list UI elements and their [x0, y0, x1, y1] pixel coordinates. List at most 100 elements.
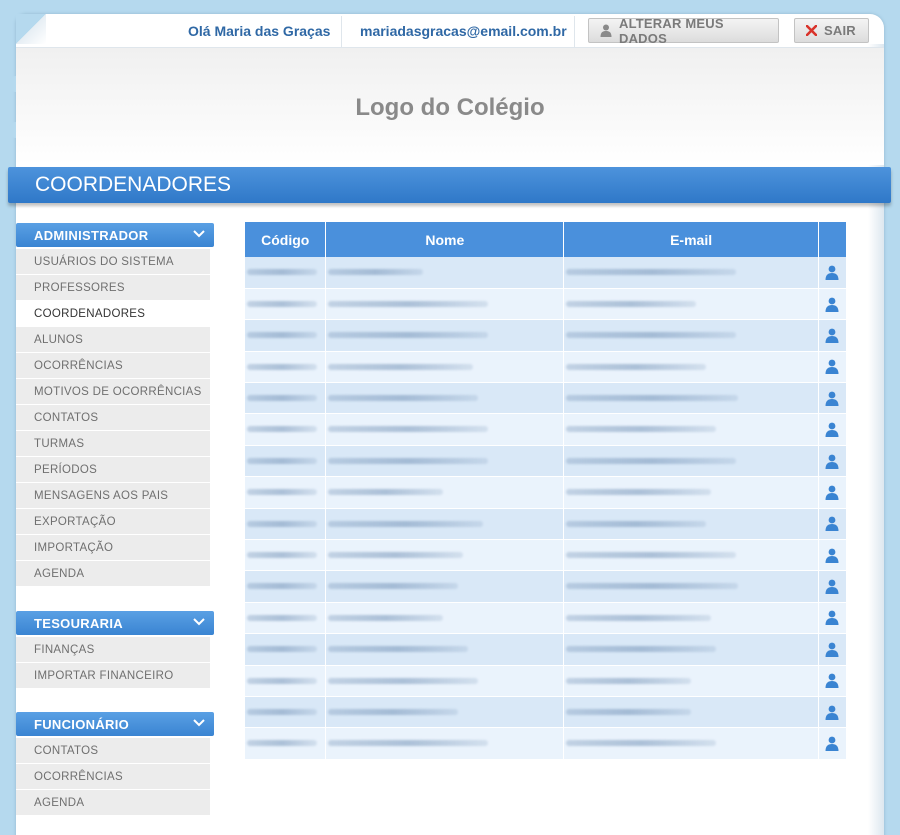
user-icon[interactable] — [819, 257, 846, 288]
alter-data-label: ALTERAR MEUS DADOS — [619, 15, 724, 46]
table-row[interactable] — [245, 602, 848, 635]
sidebar-item-contatos[interactable]: CONTATOS — [16, 738, 210, 764]
redacted-text — [566, 457, 737, 464]
user-icon[interactable] — [819, 634, 846, 664]
table-row[interactable] — [245, 508, 848, 541]
table-row[interactable] — [245, 476, 848, 509]
redacted-text — [566, 583, 739, 590]
user-icon[interactable] — [819, 320, 846, 350]
redacted-text — [328, 395, 479, 402]
sidebar-item-mensagens[interactable]: MENSAGENS AOS PAIS — [16, 483, 210, 509]
sidebar-group-title: FUNCIONÁRIO — [34, 717, 130, 732]
sidebar-item-usuarios[interactable]: USUÁRIOS DO SISTEMA — [16, 249, 210, 275]
table-cell — [325, 602, 565, 635]
page-title-band: COORDENADORES — [8, 167, 891, 203]
table-cell — [563, 727, 819, 760]
table-row[interactable] — [245, 696, 848, 729]
table-row[interactable] — [245, 570, 848, 603]
table-cell — [325, 696, 565, 729]
exit-button[interactable]: SAIR — [794, 18, 869, 43]
table-row[interactable] — [245, 257, 848, 289]
user-icon[interactable] — [819, 289, 846, 319]
table-row[interactable] — [245, 319, 848, 352]
redacted-text — [328, 583, 459, 590]
redacted-text — [247, 363, 317, 370]
table-cell — [563, 288, 819, 321]
table-row[interactable] — [245, 633, 848, 666]
sidebar-item-ocorrencias[interactable]: OCORRÊNCIAS — [16, 353, 210, 379]
table-row[interactable] — [245, 665, 848, 697]
table-cell — [245, 696, 327, 729]
user-icon[interactable] — [819, 571, 846, 601]
school-logo[interactable]: Logo do Colégio — [16, 94, 884, 122]
user-icon[interactable] — [819, 414, 846, 444]
redacted-text — [566, 552, 737, 559]
sidebar-item-motivos[interactable]: MOTIVOS DE OCORRÊNCIAS — [16, 379, 210, 405]
sidebar-item-periodos[interactable]: PERÍODOS — [16, 457, 210, 483]
user-icon[interactable] — [819, 446, 846, 476]
table-cell — [325, 319, 565, 352]
sidebar-item-alunos[interactable]: ALUNOS — [16, 327, 210, 353]
redacted-text — [247, 300, 317, 307]
table-row[interactable] — [245, 351, 848, 384]
table-cell — [563, 257, 819, 289]
user-icon[interactable] — [819, 603, 846, 633]
table-cell — [245, 476, 327, 509]
redacted-text — [247, 395, 317, 402]
divider — [341, 16, 342, 48]
table-cell — [245, 351, 327, 384]
page-title: COORDENADORES — [35, 173, 232, 196]
user-icon[interactable] — [819, 697, 846, 727]
table-cell — [563, 508, 819, 541]
sidebar-item-financas[interactable]: FINANÇAS — [16, 637, 210, 663]
user-icon[interactable] — [819, 666, 846, 696]
sidebar-item-turmas[interactable]: TURMAS — [16, 431, 210, 457]
user-icon[interactable] — [819, 352, 846, 382]
redacted-text — [328, 363, 474, 370]
sidebar-item-coordenadores[interactable]: COORDENADORES — [16, 301, 210, 327]
alter-data-button[interactable]: ALTERAR MEUS DADOS — [588, 15, 779, 46]
table-cell — [325, 508, 565, 541]
sidebar-item-importar-financeiro[interactable]: IMPORTAR FINANCEIRO — [16, 663, 210, 689]
sidebar-item-importacao[interactable]: IMPORTAÇÃO — [16, 535, 210, 561]
table-cell-action — [818, 319, 848, 352]
user-icon[interactable] — [819, 383, 846, 413]
table-cell — [325, 351, 565, 384]
sidebar-group-tesouraria[interactable]: TESOURARIA — [16, 611, 214, 635]
table-row[interactable] — [245, 727, 848, 760]
user-icon[interactable] — [819, 509, 846, 539]
sidebar-item-exportacao[interactable]: EXPORTAÇÃO — [16, 509, 210, 535]
sidebar-group-administrador[interactable]: ADMINISTRADOR — [16, 223, 214, 247]
table-cell-action — [818, 351, 848, 384]
redacted-text — [566, 300, 697, 307]
redacted-text — [328, 332, 489, 339]
column-header-codigo[interactable]: Código — [245, 222, 327, 257]
redacted-text — [328, 269, 424, 275]
table-row[interactable] — [245, 382, 848, 415]
table-cell — [325, 382, 565, 415]
sidebar-group-funcionario[interactable]: FUNCIONÁRIO — [16, 712, 214, 736]
column-header-nome[interactable]: Nome — [325, 222, 565, 257]
column-header-email[interactable]: E-mail — [563, 222, 819, 257]
redacted-text — [566, 332, 737, 339]
table-cell — [245, 665, 327, 697]
table-cell — [325, 257, 565, 289]
table-cell — [325, 570, 565, 603]
table-cell — [245, 257, 327, 289]
sidebar-item-contatos[interactable]: CONTATOS — [16, 405, 210, 431]
user-icon[interactable] — [819, 477, 846, 507]
table-cell — [563, 633, 819, 666]
table-row[interactable] — [245, 539, 848, 572]
user-icon[interactable] — [819, 728, 846, 758]
table-row[interactable] — [245, 413, 848, 446]
redacted-text — [247, 740, 317, 747]
user-icon[interactable] — [819, 540, 846, 570]
sidebar-item-agenda[interactable]: AGENDA — [16, 790, 210, 816]
redacted-text — [328, 708, 459, 715]
table-cell — [563, 539, 819, 572]
sidebar-item-professores[interactable]: PROFESSORES — [16, 275, 210, 301]
sidebar-item-agenda[interactable]: AGENDA — [16, 561, 210, 587]
table-row[interactable] — [245, 288, 848, 321]
table-row[interactable] — [245, 445, 848, 478]
sidebar-item-ocorrencias[interactable]: OCORRÊNCIAS — [16, 764, 210, 790]
